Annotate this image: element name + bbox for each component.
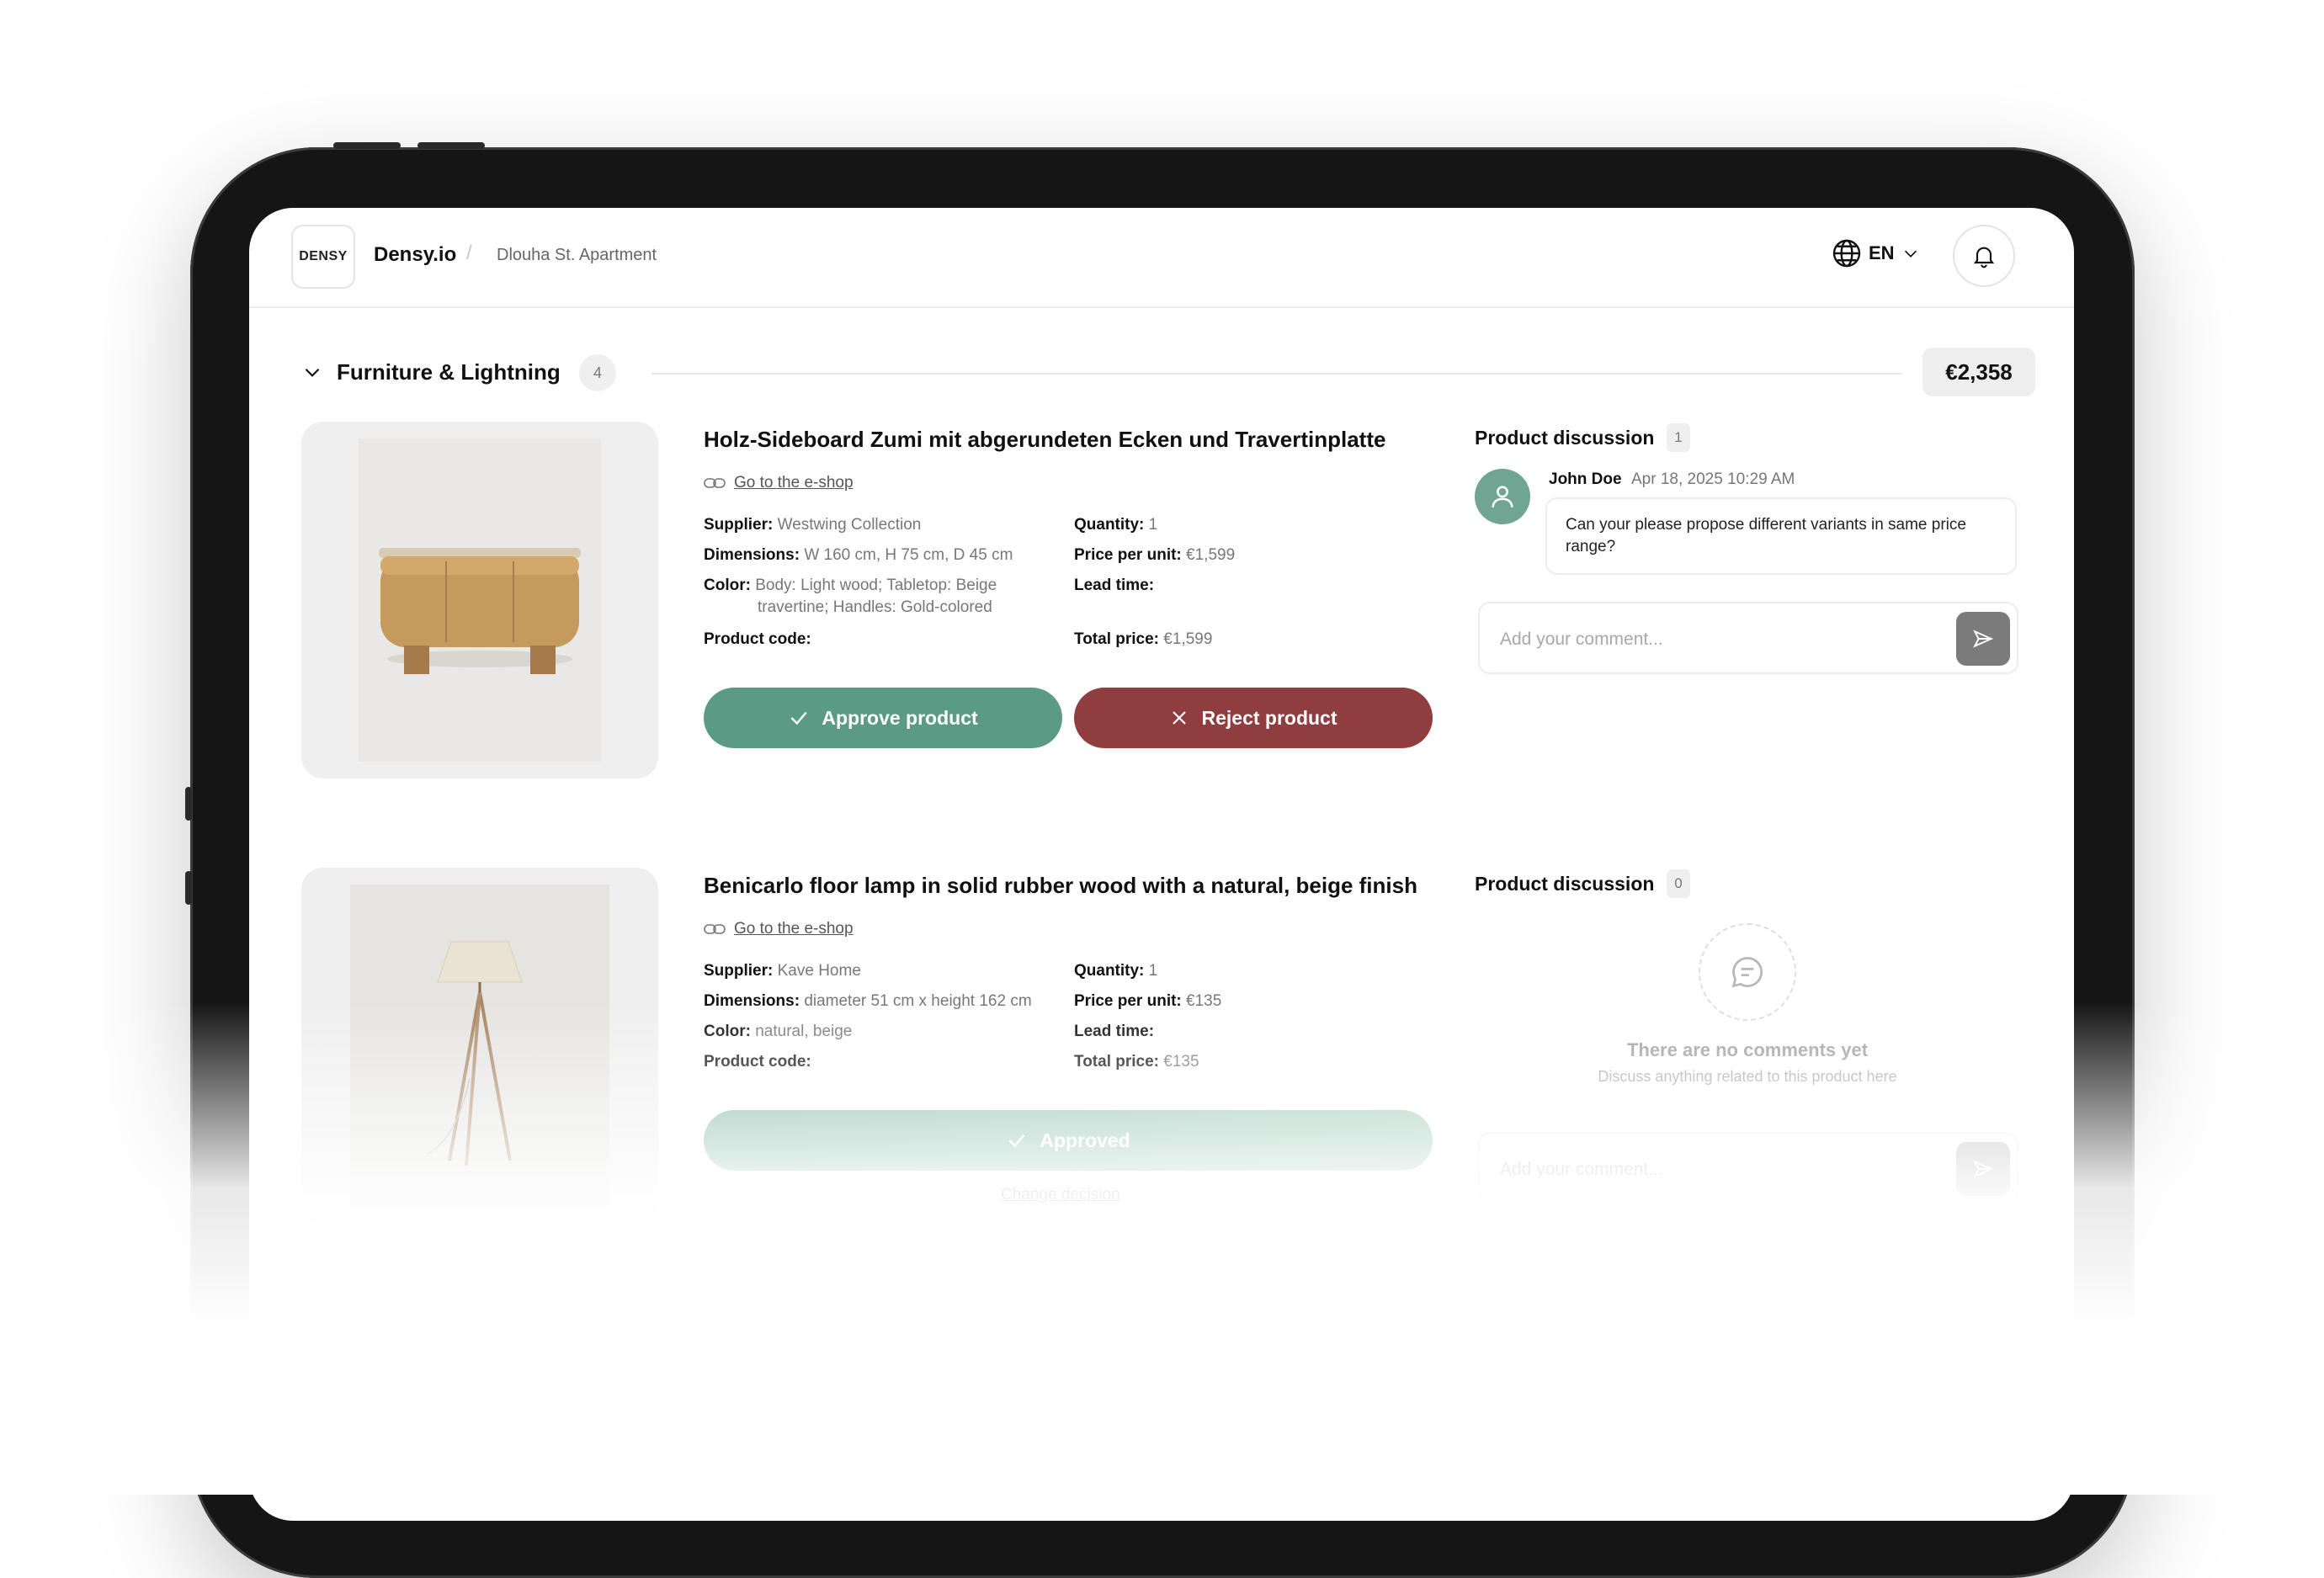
spec-color: Color: Body: Light wood; Tabletop: Beige [704,576,997,594]
avatar [1475,469,1530,524]
comment-author: John Doe [1549,470,1622,488]
spec-supplier: Supplier: Westwing Collection [704,516,922,534]
spec-dimensions: Dimensions: diameter 51 cm x height 162 … [704,992,1032,1010]
product-image[interactable] [301,1314,658,1482]
empty-state-title: There are no comments yet [1626,1039,1869,1060]
breadcrumb-project[interactable]: Dlouha St. Apartment [497,246,657,265]
link-icon [704,924,726,934]
comment-input[interactable] [1498,1152,1939,1187]
notifications-button[interactable] [1953,225,2015,287]
send-icon [1973,630,1994,648]
spec-total-price: Total price: €135 [1074,1053,1199,1071]
spec-color-cont: travertine; Handles: Gold-colored [758,598,992,616]
spec-lead-time: Lead time: [1074,576,1155,594]
comment-input[interactable] [1498,622,1939,657]
eshop-link-label: Go to the e-shop [734,474,854,491]
discussion-count-badge: 1 [1667,1315,1690,1344]
product-card: Runder Gartentisch Rodano aus Akazienhol… [249,1314,2074,1482]
approved-label: Approved [1040,1129,1130,1151]
product-card: Holz-Sideboard Zumi mit abgerundeten Eck… [249,422,2074,792]
spec-lead-time: Lead time: [1074,1023,1155,1040]
change-decision-link[interactable]: Change decision [1001,1186,1120,1204]
comment-timestamp: Apr 18, 2025 10:29 AM [1631,470,1795,488]
tablet-button [333,142,401,149]
divider [651,373,1902,375]
top-header: DENSY Densy.io / Dlouha St. Apartment EN [249,208,2074,308]
discussion-title: Product discussion [1475,427,1655,449]
chat-icon [1731,957,1763,988]
check-icon [790,711,807,725]
approve-product-button[interactable]: Approve product [704,688,1062,748]
tablet-button [185,871,192,905]
product-title: Runder Gartentisch Rodano aus Akazienhol… [704,1319,1281,1344]
link-icon [704,478,726,488]
spec-dimensions: Dimensions: W 160 cm, H 75 cm, D 45 cm [704,546,1013,564]
comment-author: John Doe [1549,1363,1622,1380]
product-title: Holz-Sideboard Zumi mit abgerundeten Eck… [704,427,1386,452]
product-title: Benicarlo floor lamp in solid rubber woo… [704,873,1417,898]
discussion-title: Product discussion [1475,1319,1655,1341]
chevron-down-icon [1904,250,1917,258]
app-screen: DENSY Densy.io / Dlouha St. Apartment EN… [249,208,2074,1521]
language-label: EN [1869,242,1895,263]
comment-input-box [1478,602,2018,674]
reject-product-button[interactable]: Reject product [1074,688,1433,748]
approved-status-button[interactable]: Approved [704,1110,1433,1171]
product-card: Benicarlo floor lamp in solid rubber woo… [249,868,2074,1238]
spec-product-code: Product code: [704,630,811,648]
send-icon [1973,1160,1994,1178]
category-total: €2,358 [1922,348,2035,396]
language-selector[interactable]: EN [1832,238,1920,268]
product-image-sideboard[interactable] [301,422,658,778]
spec-price-per-unit: Price per unit: €135 [1074,992,1222,1010]
empty-state-ring [1699,923,1796,1021]
user-icon [1492,1378,1513,1400]
spec-total-price: Total price: €1,599 [1074,630,1213,648]
send-comment-button[interactable] [1956,1142,2010,1196]
app-name[interactable]: Densy.io [374,243,456,267]
globe-icon [1832,239,1861,268]
comment-bubble: Can your please propose different varian… [1545,497,2017,575]
category-count-badge: 4 [579,354,616,391]
send-comment-button[interactable] [1956,612,2010,666]
spec-price-per-unit: Price per unit: €1,599 [1074,546,1236,564]
empty-state-subtitle: Discuss anything related to this product… [1598,1068,1897,1085]
spec-product-code: Product code: [704,1053,811,1071]
sideboard-image [301,422,658,778]
discussion-count-badge: 0 [1667,869,1690,898]
chevron-down-icon[interactable] [301,361,323,383]
user-icon [1492,486,1513,507]
category-row: Furniture & Lightning 4 €2,358 [249,343,2074,401]
approve-label: Approve product [822,706,978,729]
breadcrumb-separator: / [466,242,472,264]
logo[interactable]: DENSY [291,225,355,289]
tablet-button [185,787,192,821]
floor-lamp-image [301,868,658,1225]
spec-color: Color: natural, beige [704,1023,853,1040]
category-title[interactable]: Furniture & Lightning [337,359,561,385]
discussion-count-badge: 1 [1667,423,1690,452]
product-image-floor-lamp[interactable] [301,868,658,1225]
avatar [1475,1361,1530,1416]
spec-quantity: Quantity: 1 [1074,516,1158,534]
eshop-link-label: Go to the e-shop [734,920,854,938]
spec-supplier: Supplier: Kave Home [704,962,861,980]
check-icon [1008,1134,1025,1148]
reject-label: Reject product [1201,706,1337,729]
eshop-link[interactable]: Go to the e-shop [704,474,854,492]
discussion-title: Product discussion [1475,873,1655,895]
spec-quantity: Quantity: 1 [1074,962,1158,980]
comment-input-box [1478,1132,2018,1204]
close-icon [1173,711,1187,725]
bell-icon [1973,247,1995,268]
tablet-button [417,142,485,149]
eshop-link[interactable]: Go to the e-shop [704,920,854,938]
